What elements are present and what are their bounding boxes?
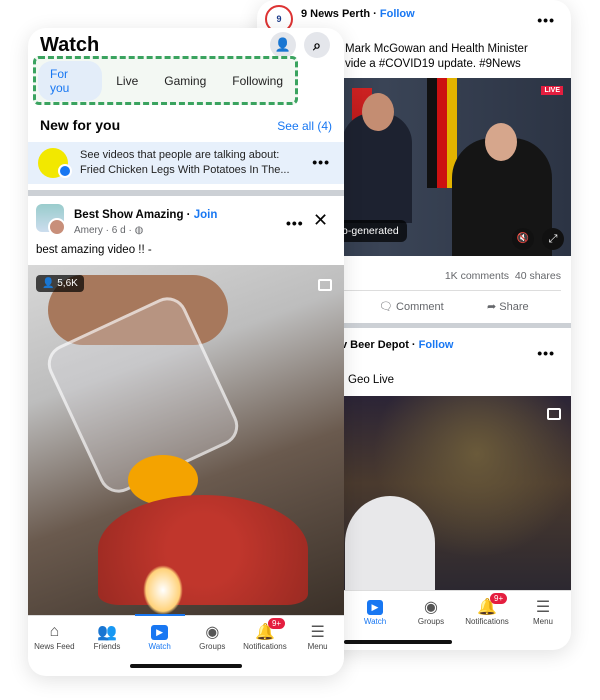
menu-icon: ☰ — [535, 599, 551, 616]
menu-icon: ☰ — [310, 624, 325, 641]
shares-count[interactable]: 40 shares — [515, 270, 561, 282]
nav-label: Notifications — [243, 642, 287, 651]
caption-line: vide a #COVID19 update. #9News — [345, 58, 521, 70]
share-button[interactable]: ➦ Share — [487, 300, 529, 313]
nav-label: Menu — [307, 642, 328, 651]
section-divider — [28, 190, 344, 196]
page-name[interactable]: v Beer Depot — [341, 339, 409, 351]
more-options-icon[interactable]: ••• — [312, 154, 330, 170]
section-title: New for you — [40, 117, 121, 133]
interpreter-head — [485, 123, 517, 161]
nav-groups[interactable]: ◉ Groups — [187, 622, 237, 659]
speaker-head — [362, 93, 394, 131]
nav-watch[interactable]: ▶ Watch — [350, 597, 400, 632]
nav-friends[interactable]: 👥 Friends — [82, 622, 132, 659]
pip-icon[interactable] — [318, 279, 332, 291]
follow-link[interactable]: Follow — [419, 339, 454, 351]
nav-watch[interactable]: ▶ Watch — [134, 614, 185, 659]
see-all-link[interactable]: See all (4) — [277, 119, 332, 133]
nav-label: Friends — [93, 642, 121, 651]
tab-following[interactable]: Following — [220, 68, 295, 94]
mute-icon[interactable]: 🔇 — [512, 228, 534, 250]
crowd — [345, 496, 435, 590]
post-caption: Mark McGowan and Health Minister vide a #… — [345, 42, 528, 72]
nav-notifications[interactable]: 🔔 9+ Notifications — [462, 593, 512, 632]
notification-badge: 9+ — [267, 618, 286, 629]
profile-icon[interactable]: 👤 — [270, 32, 296, 58]
more-options-icon[interactable]: ••• — [537, 345, 555, 361]
home-indicator — [130, 664, 242, 668]
tab-bar: For you Live Gaming Following — [33, 56, 298, 105]
comment-label: Comment — [396, 301, 444, 313]
close-icon[interactable]: ✕ — [313, 210, 328, 231]
nav-label: News Feed — [34, 642, 75, 651]
nav-label: Watch — [363, 617, 387, 626]
matches — [98, 495, 308, 605]
post-header: v Beer Depot · Follow — [341, 339, 454, 351]
engagement-stats: 1K comments 40 shares — [445, 270, 561, 282]
comments-count[interactable]: 1K comments — [445, 270, 509, 282]
post-caption: Geo Live — [348, 374, 395, 386]
more-options-icon[interactable]: ••• — [286, 215, 304, 231]
group-name[interactable]: Best Show Amazing — [74, 209, 183, 221]
tab-live[interactable]: Live — [104, 68, 150, 94]
post-header: 9 News Perth · Follow — [301, 8, 415, 20]
nav-label: Menu — [532, 617, 553, 626]
globe-icon: ◍ — [134, 225, 144, 236]
home-indicator — [344, 640, 452, 644]
share-label: Share — [499, 301, 529, 313]
trending-icon — [58, 164, 72, 178]
nav-groups[interactable]: ◉ Groups — [406, 597, 456, 632]
suggestion-text: See videos that people are talking about… — [80, 149, 280, 161]
groups-icon: ◉ — [424, 599, 438, 616]
video-player[interactable]: 👤 5,6K — [28, 265, 344, 615]
home-icon: ⌂ — [49, 623, 60, 640]
pip-icon[interactable] — [547, 408, 561, 420]
tab-gaming[interactable]: Gaming — [152, 68, 218, 94]
flame — [143, 565, 183, 615]
notification-badge: 9+ — [490, 593, 508, 604]
nav-label: Groups — [417, 617, 445, 626]
nav-label: Notifications — [465, 617, 509, 626]
suggestion-text: Fried Chicken Legs With Potatoes In The.… — [80, 164, 290, 176]
friends-icon: 👥 — [97, 624, 117, 641]
nav-label: Watch — [148, 642, 171, 651]
page-title: Watch — [40, 34, 100, 56]
user-avatar[interactable] — [48, 218, 66, 236]
post-text: best amazing video !! - — [36, 244, 152, 256]
comment-button[interactable]: 🗨 Comment — [379, 300, 444, 313]
search-icon[interactable]: ⌕ — [304, 32, 330, 58]
viewer-count: 👤 5,6K — [36, 275, 84, 292]
nav-menu[interactable]: ☰ Menu — [293, 622, 343, 659]
post-meta: Amery · 6 d · — [74, 225, 132, 236]
more-options-icon[interactable]: ••• — [537, 12, 555, 28]
live-badge: LIVE — [541, 86, 563, 95]
caption-line: Mark McGowan and Health Minister — [345, 43, 528, 55]
nav-notifications[interactable]: 🔔 9+ Notifications — [240, 618, 290, 659]
page-name[interactable]: 9 News Perth — [301, 8, 370, 20]
nav-news-feed[interactable]: ⌂ News Feed — [29, 622, 79, 659]
watch-icon: ▶ — [364, 597, 386, 617]
fullscreen-icon[interactable]: ⤢ — [542, 228, 564, 250]
front-phone-screen: Watch 👤 ⌕ For you Live Gaming Following … — [28, 28, 344, 676]
tab-for-you[interactable]: For you — [38, 60, 103, 101]
follow-link[interactable]: Follow — [380, 8, 415, 20]
watch-icon: ▶ — [149, 622, 171, 642]
viewer-count-value: 5,6K — [57, 278, 78, 289]
join-link[interactable]: Join — [194, 209, 218, 221]
nav-label: Groups — [199, 642, 226, 651]
groups-icon: ◉ — [205, 624, 220, 641]
nav-menu[interactable]: ☰ Menu — [518, 597, 568, 632]
suggestion-banner[interactable]: See videos that people are talking about… — [28, 142, 344, 184]
